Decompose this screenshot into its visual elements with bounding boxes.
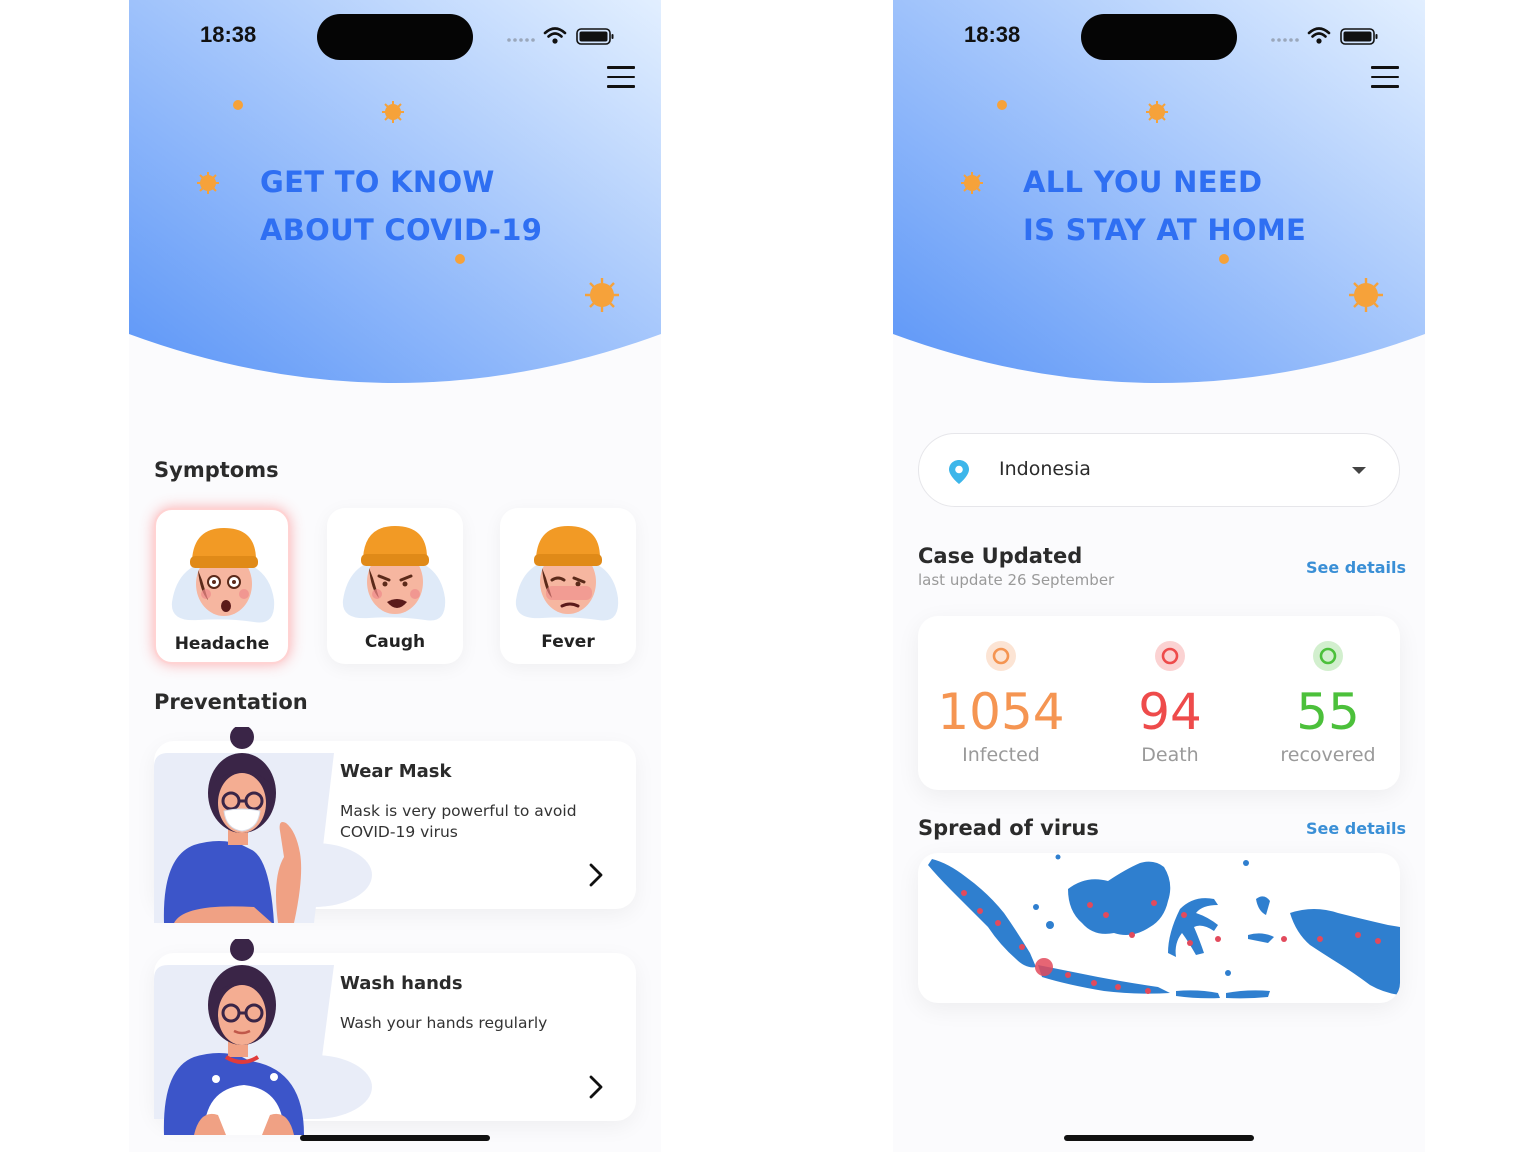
case-see-details-link[interactable]: See details [1306, 558, 1406, 577]
spread-see-details-link[interactable]: See details [1306, 819, 1406, 838]
infected-label: Infected [962, 744, 1040, 766]
virus-icon [997, 100, 1007, 110]
battery-icon [576, 28, 614, 45]
symptom-card-headache[interactable]: Headache [154, 508, 290, 664]
virus-icon [1349, 278, 1383, 312]
status-icons [507, 27, 614, 45]
virus-icon [233, 100, 243, 110]
recovered-label: recovered [1280, 744, 1376, 766]
virus-icon [455, 254, 465, 264]
hero-title: GET TO KNOW ABOUT COVID-19 [260, 158, 542, 254]
wifi-icon [543, 27, 567, 38]
country-value: Indonesia [999, 458, 1091, 480]
home-indicator[interactable] [300, 1135, 490, 1141]
infected-count: 1054 [937, 683, 1065, 741]
symptom-label: Caugh [364, 632, 426, 652]
dynamic-island [1081, 14, 1237, 60]
menu-icon[interactable] [1371, 66, 1399, 88]
status-time: 18:38 [200, 22, 257, 47]
status-icons [1271, 27, 1378, 45]
prevention-card-wash-hands[interactable]: Wash hands Wash your hands regularly [154, 939, 636, 1135]
symptom-card-cough[interactable]: Caugh [327, 508, 463, 664]
spread-title: Spread of virus [918, 816, 1099, 840]
symptoms-title: Symptoms [154, 458, 279, 482]
virus-icon [382, 101, 404, 123]
prevention-title-text: Wear Mask [340, 761, 452, 782]
location-pin-icon [949, 460, 969, 484]
home-indicator[interactable] [1064, 1135, 1254, 1141]
chevron-right-icon[interactable] [586, 1073, 606, 1101]
infected-indicator-icon [986, 641, 1016, 671]
battery-icon [1340, 28, 1378, 45]
hero-title-line-2: ABOUT COVID-19 [260, 213, 543, 247]
recovered-count: 55 [1296, 683, 1360, 741]
symptom-label: Headache [174, 634, 270, 654]
last-update-text: last update 26 September [918, 571, 1115, 589]
hero-title-line-2: IS STAY AT HOME [1023, 213, 1307, 247]
status-time: 18:38 [964, 22, 1021, 47]
menu-icon[interactable] [607, 66, 635, 88]
indonesia-map [928, 854, 1400, 999]
virus-icon [1146, 101, 1168, 123]
chevron-right-icon[interactable] [586, 861, 606, 889]
spread-map-card[interactable] [918, 853, 1400, 1003]
symptom-label: Fever [541, 632, 595, 652]
hero-title: ALL YOU NEED IS STAY AT HOME [1023, 158, 1306, 254]
fever-icon [515, 526, 619, 621]
prevention-description: Mask is very powerful to avoid COVID-19 … [340, 802, 577, 841]
symptom-card-fever[interactable]: Fever [500, 508, 636, 664]
wash-hands-illustration [154, 939, 372, 1135]
virus-icon [961, 172, 983, 194]
case-updated-title: Case Updated [918, 544, 1083, 568]
case-stats-card: 1054 Infected 94 Death 55 recovered [918, 616, 1400, 790]
recovered-indicator-icon [1313, 641, 1343, 671]
hero-title-line-1: ALL YOU NEED [1023, 165, 1263, 199]
death-count: 94 [1138, 683, 1202, 741]
caret-down-icon [1352, 467, 1366, 474]
cough-icon [342, 526, 446, 621]
prevention-title: Preventation [154, 690, 308, 714]
prevention-card-wear-mask[interactable]: Wear Mask Mask is very powerful to avoid… [154, 727, 636, 923]
dynamic-island [317, 14, 473, 60]
virus-icon [1219, 254, 1229, 264]
headache-icon [171, 528, 275, 623]
wifi-icon [1307, 27, 1331, 38]
prevention-description: Wash your hands regularly [340, 1014, 548, 1032]
symptoms-screen: 18:38 GET TO KNOW ABOUT COVID-19 Symptom… [129, 0, 661, 1152]
virus-icon [585, 278, 619, 312]
country-dropdown[interactable]: Indonesia [918, 433, 1400, 507]
hero-title-line-1: GET TO KNOW [260, 165, 495, 199]
virus-icon [197, 172, 219, 194]
prevention-title-text: Wash hands [340, 973, 463, 994]
death-indicator-icon [1155, 641, 1185, 671]
stats-screen: 18:38 ALL YOU NEED IS STAY AT HOME Indon… [893, 0, 1425, 1152]
death-label: Death [1141, 744, 1199, 766]
